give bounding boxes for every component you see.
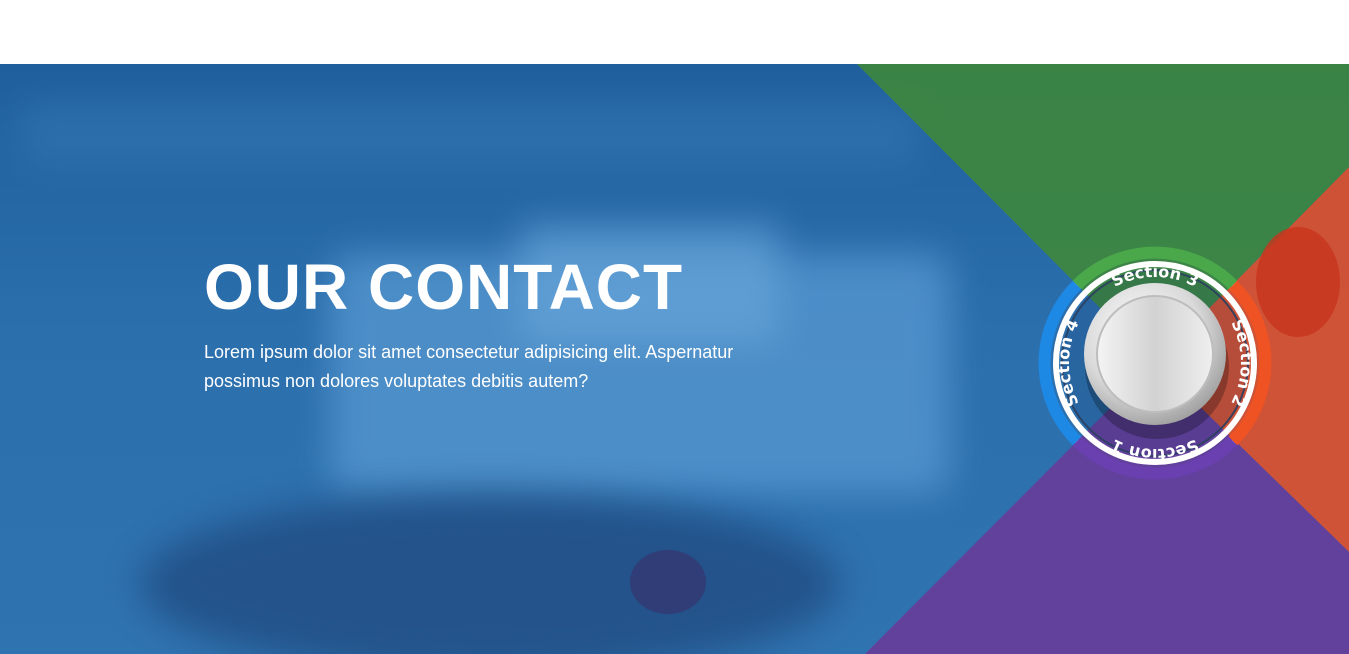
strawberry-decoration bbox=[630, 550, 706, 614]
hero-section: Section 3 Section 2 Section 4 Section 1 … bbox=[0, 64, 1349, 654]
top-bar bbox=[0, 0, 1349, 64]
knob-face bbox=[1096, 295, 1214, 413]
page-title: OUR CONTACT bbox=[204, 251, 684, 323]
hero-description: Lorem ipsum dolor sit amet consectetur a… bbox=[204, 342, 734, 391]
strawberry-decoration bbox=[1256, 227, 1340, 337]
